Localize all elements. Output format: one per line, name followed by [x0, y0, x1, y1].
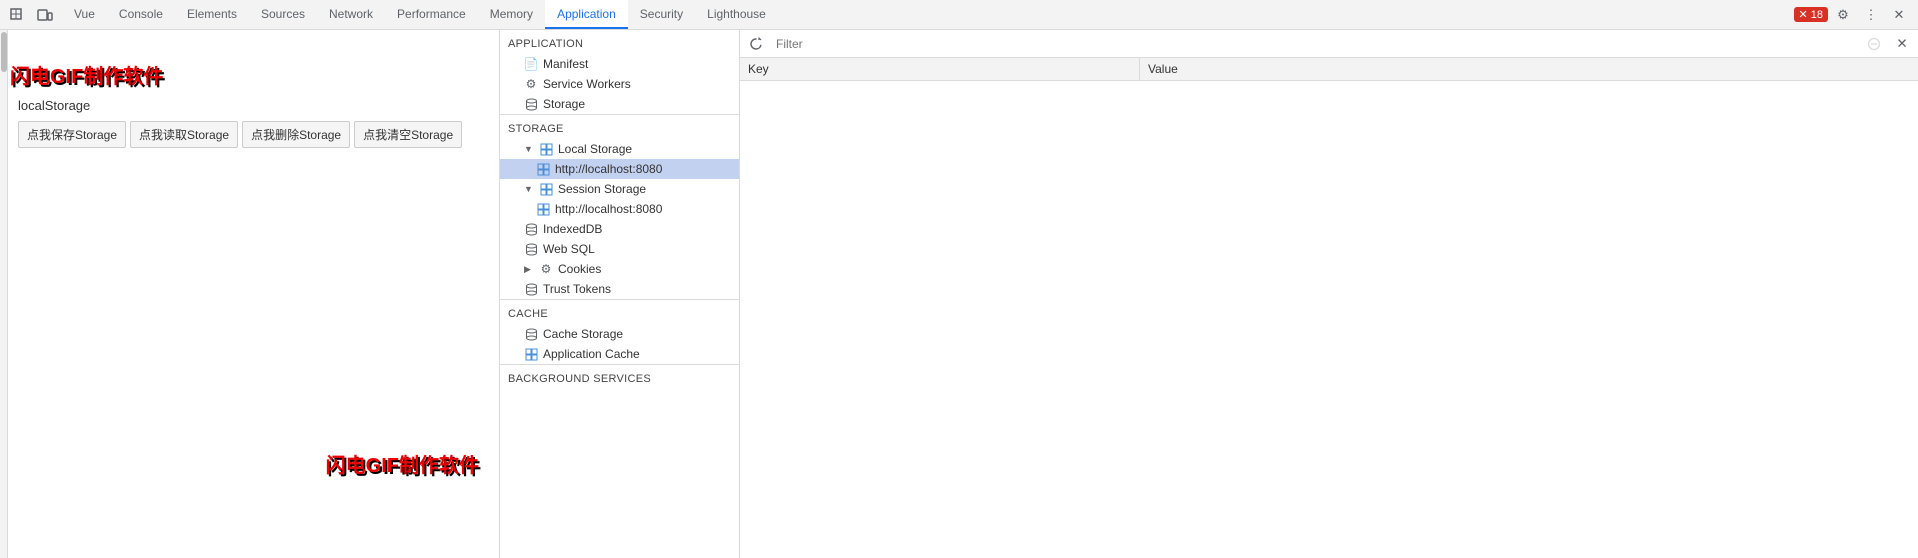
scroll-thumb[interactable] [1, 32, 7, 72]
refresh-button[interactable] [744, 32, 768, 56]
close-devtools-icon[interactable]: ✕ [1886, 2, 1912, 28]
error-count: 18 [1811, 9, 1823, 21]
tab-sources[interactable]: Sources [249, 0, 317, 29]
cache-storage-icon [524, 327, 538, 341]
sidebar-section-application: Application 📄 Manifest ⚙ Service Workers [500, 30, 739, 114]
page-subtitle: localStorage [18, 98, 491, 113]
sidebar-section-storage-header: Storage [500, 115, 739, 139]
sidebar-item-indexeddb[interactable]: IndexedDB [500, 219, 739, 239]
tab-list: Vue Console Elements Sources Network Per… [62, 0, 1788, 29]
panel-toolbar: ✕ [740, 30, 1918, 58]
sidebar-item-cookies[interactable]: ▶ ⚙ Cookies [500, 259, 739, 279]
save-storage-button[interactable]: 点我保存Storage [18, 121, 126, 148]
column-value-header: Value [1140, 58, 1918, 80]
sidebar-item-local-storage-localhost[interactable]: http://localhost:8080 [500, 159, 739, 179]
expand-arrow-cookies: ▶ [524, 264, 534, 275]
device-toolbar-icon[interactable] [32, 2, 58, 28]
settings-icon[interactable]: ⚙ [1830, 2, 1856, 28]
local-storage-sub-icon [536, 162, 550, 176]
devtools-tabbar: Vue Console Elements Sources Network Per… [0, 0, 1918, 30]
filter-input[interactable] [772, 35, 1858, 53]
sidebar-item-local-storage[interactable]: ▼ Local Storage [500, 139, 739, 159]
expand-arrow-local-storage: ▼ [524, 144, 534, 154]
page-content: 闪电GIF制作软件 localStorage 点我保存Storage 点我读取S… [0, 30, 500, 558]
sidebar-section-background-services-header: Background Services [500, 365, 739, 389]
doc-icon: 📄 [524, 57, 538, 71]
storage-cylinder-icon [524, 97, 538, 111]
sidebar-item-cache-storage[interactable]: Cache Storage [500, 324, 739, 344]
sidebar-item-trust-tokens[interactable]: Trust Tokens [500, 279, 739, 299]
tab-actions: ✕ 18 ⚙ ⋮ ✕ [1788, 2, 1918, 28]
watermark-top: 闪电GIF制作软件 [10, 60, 163, 89]
column-key-header: Key [740, 58, 1140, 80]
clear-storage-button[interactable]: 点我清空Storage [354, 121, 462, 148]
sidebar-item-session-storage[interactable]: ▼ Session Storage [500, 179, 739, 199]
inspect-element-icon[interactable] [4, 2, 30, 28]
sidebar-item-storage[interactable]: Storage [500, 94, 739, 114]
watermark-bottom: 闪电GIF制作软件 [326, 449, 479, 478]
delete-selected-button[interactable] [1862, 32, 1886, 56]
application-cache-icon [524, 347, 538, 361]
app-container: Vue Console Elements Sources Network Per… [0, 0, 1918, 558]
tab-elements[interactable]: Elements [175, 0, 249, 29]
devtools-icon-buttons [0, 2, 62, 28]
content-area: 闪电GIF制作软件 localStorage 点我保存Storage 点我读取S… [0, 30, 1918, 558]
tab-memory[interactable]: Memory [478, 0, 545, 29]
main-panel: ✕ Key Value [740, 30, 1918, 558]
tab-performance[interactable]: Performance [385, 0, 478, 29]
tab-application[interactable]: Application [545, 0, 628, 29]
read-storage-button[interactable]: 点我读取Storage [130, 121, 238, 148]
sidebar-item-web-sql[interactable]: Web SQL [500, 239, 739, 259]
web-sql-icon [524, 242, 538, 256]
scroll-indicator [0, 30, 8, 558]
trust-tokens-icon [524, 282, 538, 296]
page-buttons: 点我保存Storage 点我读取Storage 点我删除Storage 点我清空… [18, 121, 491, 148]
sidebar-item-service-workers[interactable]: ⚙ Service Workers [500, 74, 739, 94]
sidebar-item-manifest[interactable]: 📄 Manifest [500, 54, 739, 74]
panel-headers: Key Value [740, 58, 1918, 81]
session-storage-grid-icon [539, 182, 553, 196]
sidebar: Application 📄 Manifest ⚙ Service Workers [500, 30, 740, 558]
tab-lighthouse[interactable]: Lighthouse [695, 0, 778, 29]
error-badge: ✕ 18 [1794, 7, 1828, 22]
expand-arrow-session-storage: ▼ [524, 184, 534, 194]
sidebar-section-cache-header: Cache [500, 300, 739, 324]
more-options-icon[interactable]: ⋮ [1858, 2, 1884, 28]
delete-storage-button[interactable]: 点我删除Storage [242, 121, 350, 148]
panel-table[interactable] [740, 81, 1918, 558]
gear-icon: ⚙ [524, 77, 538, 91]
tab-security[interactable]: Security [628, 0, 695, 29]
cookies-icon: ⚙ [539, 262, 553, 276]
tab-vue[interactable]: Vue [62, 0, 107, 29]
tab-console[interactable]: Console [107, 0, 175, 29]
devtools-panel: Application 📄 Manifest ⚙ Service Workers [500, 30, 1918, 558]
session-storage-sub-icon [536, 202, 550, 216]
clear-all-button[interactable]: ✕ [1890, 32, 1914, 56]
sidebar-section-background-services: Background Services [500, 365, 739, 389]
sidebar-item-session-storage-localhost[interactable]: http://localhost:8080 [500, 199, 739, 219]
tab-network[interactable]: Network [317, 0, 385, 29]
indexeddb-icon [524, 222, 538, 236]
local-storage-grid-icon [539, 142, 553, 156]
sidebar-section-cache: Cache Cache Storage [500, 300, 739, 364]
error-icon: ✕ [1799, 8, 1808, 21]
sidebar-section-application-header: Application [500, 30, 739, 54]
sidebar-section-storage: Storage ▼ Local Sto [500, 115, 739, 299]
sidebar-item-application-cache[interactable]: Application Cache [500, 344, 739, 364]
